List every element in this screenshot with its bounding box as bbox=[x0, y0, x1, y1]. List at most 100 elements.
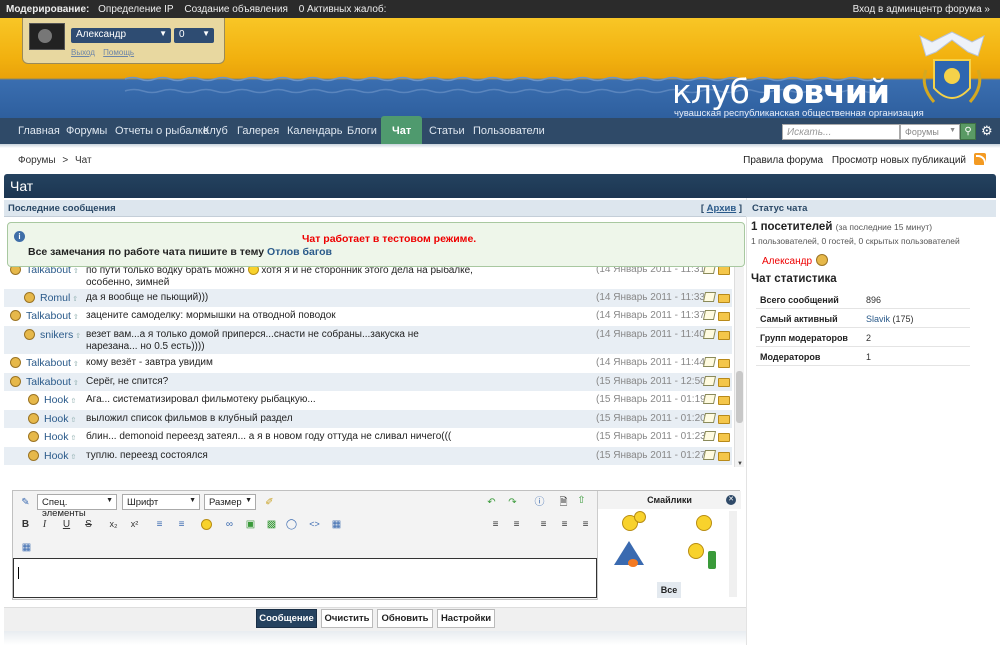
mod-link-ip[interactable]: Определение IP bbox=[98, 4, 173, 15]
breadcrumb-forums[interactable]: Форумы bbox=[18, 155, 56, 166]
edit-icon[interactable] bbox=[702, 267, 717, 274]
folder-icon[interactable] bbox=[718, 415, 730, 424]
upload-icon[interactable]: ⇧ bbox=[575, 494, 588, 507]
folder-icon[interactable] bbox=[718, 294, 730, 303]
folder-icon[interactable] bbox=[718, 396, 730, 405]
outdent-icon[interactable]: ≡ bbox=[510, 518, 523, 531]
folder-icon[interactable] bbox=[718, 433, 730, 442]
bold-icon[interactable]: B bbox=[19, 518, 32, 531]
send-message-button[interactable]: Сообщение bbox=[256, 609, 317, 628]
subscript-icon[interactable]: x₂ bbox=[107, 518, 120, 531]
avatar[interactable] bbox=[29, 23, 65, 50]
clear-button[interactable]: Очистить bbox=[321, 609, 373, 628]
bullet-list-icon[interactable]: ≡ bbox=[153, 518, 166, 531]
user-menu-dropdown[interactable]: Александр bbox=[71, 28, 171, 43]
strikethrough-icon[interactable]: S bbox=[82, 518, 95, 531]
link-icon[interactable]: ∞ bbox=[223, 518, 236, 531]
message-author[interactable]: Talkabout bbox=[26, 357, 79, 369]
numbered-list-icon[interactable]: ≡ bbox=[175, 518, 188, 531]
message-author[interactable]: Romul bbox=[40, 292, 78, 304]
edit-icon[interactable] bbox=[702, 329, 717, 339]
edit-icon[interactable] bbox=[702, 292, 717, 302]
most-active-user-link[interactable]: Slavik bbox=[866, 314, 890, 324]
nav-item-home[interactable]: Главная bbox=[18, 118, 60, 144]
folder-icon[interactable] bbox=[718, 359, 730, 368]
message-author[interactable]: Hook bbox=[44, 413, 76, 425]
code-icon[interactable]: <> bbox=[308, 518, 321, 531]
site-logo-title[interactable]: клуб ловчий bbox=[672, 72, 890, 111]
media-icon[interactable]: ▩ bbox=[265, 518, 278, 531]
notifications-dropdown[interactable]: 0 bbox=[174, 28, 214, 43]
size-select[interactable]: Размер bbox=[204, 494, 256, 510]
undo-icon[interactable]: ↶ bbox=[485, 496, 498, 509]
special-elements-select[interactable]: Спец. элементы bbox=[37, 494, 117, 519]
edit-icon[interactable] bbox=[702, 413, 717, 423]
message-author[interactable]: Hook bbox=[44, 394, 76, 406]
message-author[interactable]: Talkabout bbox=[26, 376, 79, 388]
all-smilies-button[interactable]: Все bbox=[657, 582, 681, 598]
settings-button[interactable]: Настройки bbox=[437, 609, 495, 628]
message-author[interactable]: Talkabout bbox=[26, 310, 79, 322]
font-select[interactable]: Шрифт bbox=[122, 494, 200, 510]
message-textarea[interactable] bbox=[13, 558, 597, 598]
message-author[interactable]: Hook bbox=[44, 431, 76, 443]
online-user[interactable]: Александр bbox=[762, 254, 828, 267]
source-toggle-icon[interactable]: ▦ bbox=[20, 541, 33, 554]
chat-messages[interactable]: Talkabout по пути только водку брать мож… bbox=[4, 267, 742, 467]
nav-item-blogs[interactable]: Блоги bbox=[347, 118, 377, 144]
logout-link[interactable]: Выход bbox=[71, 48, 95, 57]
rss-icon[interactable] bbox=[974, 153, 986, 165]
align-center-icon[interactable]: ≡ bbox=[558, 518, 571, 531]
folder-icon[interactable] bbox=[718, 267, 730, 275]
quote-icon[interactable]: ◯ bbox=[285, 518, 298, 531]
scrollbar-thumb[interactable] bbox=[736, 371, 743, 423]
nav-item-chat[interactable]: Чат bbox=[381, 116, 423, 144]
table-icon[interactable]: ▦ bbox=[330, 518, 343, 531]
scroll-down-arrow-icon[interactable]: ▼ bbox=[737, 461, 743, 467]
smiley-icon[interactable] bbox=[688, 543, 704, 559]
help-icon[interactable]: ⓘ bbox=[533, 496, 546, 509]
smiley-icon[interactable] bbox=[696, 515, 712, 531]
archive-link[interactable]: Архив bbox=[707, 203, 737, 214]
underline-icon[interactable]: U bbox=[60, 518, 73, 531]
nav-item-calendar[interactable]: Календарь bbox=[287, 118, 343, 144]
image-icon[interactable]: ▣ bbox=[244, 518, 257, 531]
align-left-icon[interactable]: ≡ bbox=[537, 518, 550, 531]
message-author[interactable]: snikers bbox=[40, 329, 81, 341]
breadcrumb-chat[interactable]: Чат bbox=[75, 155, 92, 166]
indent-icon[interactable]: ≡ bbox=[489, 518, 502, 531]
smiley-icon[interactable] bbox=[201, 519, 212, 530]
edit-icon[interactable] bbox=[702, 310, 717, 320]
close-icon[interactable]: ✕ bbox=[726, 495, 736, 505]
search-button[interactable]: ⚲ bbox=[960, 123, 976, 140]
gear-icon[interactable]: ⚙ bbox=[981, 123, 993, 139]
superscript-icon[interactable]: x² bbox=[128, 518, 141, 531]
messages-scrollbar[interactable]: ▼ bbox=[734, 267, 744, 467]
format-paint-icon[interactable]: ✐ bbox=[263, 496, 276, 509]
new-posts-link[interactable]: Просмотр новых публикаций bbox=[832, 155, 966, 166]
edit-icon[interactable] bbox=[702, 376, 717, 386]
nav-item-articles[interactable]: Статьи bbox=[429, 118, 465, 144]
help-link[interactable]: Помощь bbox=[103, 48, 134, 57]
nav-item-reports[interactable]: Отчеты о рыбалке bbox=[115, 118, 209, 144]
mod-link-reports[interactable]: 0 Активных жалоб: bbox=[299, 4, 387, 15]
search-scope-select[interactable]: Форумы bbox=[900, 124, 960, 140]
mod-link-ad[interactable]: Создание объявления bbox=[184, 4, 288, 15]
smiley-icon[interactable] bbox=[634, 511, 646, 523]
edit-icon[interactable] bbox=[702, 357, 717, 367]
nav-item-users[interactable]: Пользователи bbox=[473, 118, 545, 144]
smilies-scrollbar[interactable] bbox=[729, 511, 737, 597]
nav-item-forums[interactable]: Форумы bbox=[66, 118, 107, 144]
admin-cp-link[interactable]: Вход в админцентр форума » bbox=[853, 4, 990, 15]
bug-topic-link[interactable]: Отлов багов bbox=[267, 246, 332, 258]
edit-icon[interactable] bbox=[702, 394, 717, 404]
folder-icon[interactable] bbox=[718, 331, 730, 340]
message-author[interactable]: Hook bbox=[44, 450, 76, 462]
folder-icon[interactable] bbox=[718, 312, 730, 321]
search-input[interactable]: Искать... bbox=[782, 124, 900, 140]
preview-icon[interactable]: 🗎 bbox=[557, 496, 570, 509]
nav-item-club[interactable]: Клуб bbox=[203, 118, 228, 144]
edit-icon[interactable] bbox=[702, 431, 717, 441]
folder-icon[interactable] bbox=[718, 452, 730, 461]
folder-icon[interactable] bbox=[718, 378, 730, 387]
